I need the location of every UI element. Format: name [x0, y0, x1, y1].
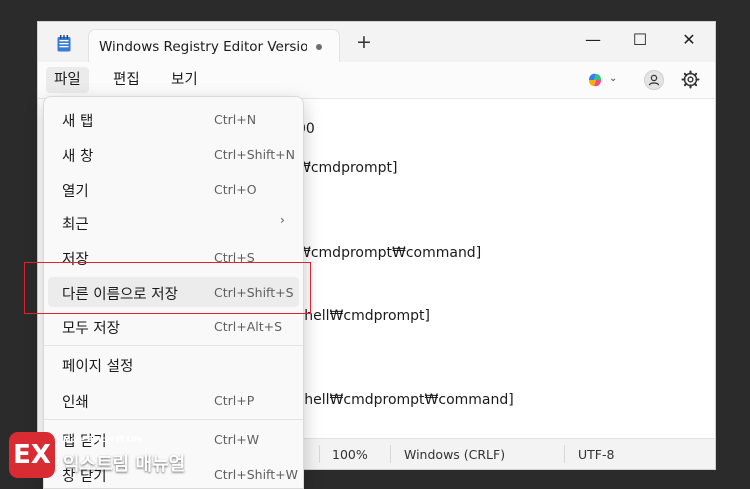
title-bar: Windows Registry Editor Version 5.00 + —… — [38, 22, 715, 62]
menu-item-new-tab[interactable]: 새 탭 Ctrl+N — [48, 104, 299, 134]
menu-item-save-all[interactable]: 모두 저장 Ctrl+Alt+S — [48, 311, 299, 341]
menu-item-label: 페이지 설정 — [62, 359, 134, 375]
new-tab-button[interactable]: + — [356, 32, 372, 52]
document-tab[interactable]: Windows Registry Editor Version 5.00 — [88, 29, 340, 62]
menu-item-page-setup[interactable]: 페이지 설정 — [48, 349, 299, 379]
tab-title: Windows Registry Editor Version 5.00 — [99, 39, 307, 55]
menu-separator — [44, 345, 303, 346]
menu-item-shortcut: Ctrl+Shift+N — [214, 147, 295, 162]
menu-item-open[interactable]: 열기 Ctrl+O — [48, 174, 299, 204]
menu-item-label: 인쇄 — [62, 395, 89, 411]
menu-bar: 파일 편집 보기 ⌄ — [38, 62, 715, 99]
menu-item-new-window[interactable]: 새 창 Ctrl+Shift+N — [48, 139, 299, 169]
encoding: UTF-8 — [578, 447, 615, 462]
editor-line: ₩cmdprompt₩command] — [297, 245, 482, 261]
menu-item-shortcut: Ctrl+Alt+S — [214, 319, 283, 334]
editor-line: ₩cmdprompt] — [297, 160, 398, 176]
account-avatar[interactable] — [644, 70, 664, 90]
editor-line: shell₩cmdprompt₩command] — [297, 392, 514, 408]
menu-edit[interactable]: 편집 — [105, 67, 148, 93]
maximize-button[interactable]: ☐ — [625, 29, 655, 51]
watermark-name: 익스트림 매뉴얼 — [63, 454, 186, 475]
zoom-level: 100% — [332, 447, 368, 462]
user-icon — [648, 74, 660, 86]
menu-item-label: 새 창 — [62, 149, 94, 165]
close-button[interactable]: ✕ — [674, 29, 704, 51]
chevron-right-icon: › — [280, 213, 285, 227]
status-divider — [390, 445, 391, 463]
notepad-icon — [57, 35, 71, 52]
minimize-button[interactable]: — — [578, 29, 608, 51]
status-divider — [564, 445, 565, 463]
watermark: EX More Better IT Life 익스트림 매뉴얼 — [9, 432, 199, 482]
line-ending: Windows (CRLF) — [404, 447, 506, 462]
menu-item-recent[interactable]: 최근 › — [48, 207, 299, 237]
menu-item-shortcut: Ctrl+Shift+W — [214, 467, 298, 482]
menu-file[interactable]: 파일 — [46, 67, 89, 93]
menu-item-label: 열기 — [62, 184, 89, 200]
menu-item-shortcut: Ctrl+P — [214, 393, 255, 408]
copilot-icon[interactable] — [586, 71, 604, 89]
watermark-tagline: More Better IT Life — [63, 435, 143, 444]
watermark-logo: EX — [9, 432, 55, 478]
menu-item-shortcut: Ctrl+N — [214, 112, 257, 127]
menu-separator — [44, 419, 303, 420]
settings-gear-icon[interactable] — [681, 70, 700, 89]
menu-item-print[interactable]: 인쇄 Ctrl+P — [48, 385, 299, 415]
highlight-annotation — [24, 262, 311, 314]
menu-item-shortcut: Ctrl+O — [214, 182, 257, 197]
menu-view[interactable]: 보기 — [163, 67, 206, 93]
chevron-down-icon[interactable]: ⌄ — [609, 69, 617, 89]
editor-line: shell₩cmdprompt] — [297, 308, 430, 324]
menu-item-label: 새 탭 — [62, 114, 94, 130]
status-divider — [319, 445, 320, 463]
menu-item-label: 최근 — [62, 217, 89, 233]
menu-item-label: 모두 저장 — [62, 321, 120, 337]
menu-item-shortcut: Ctrl+W — [214, 432, 260, 447]
unsaved-dot-icon[interactable] — [316, 44, 322, 50]
